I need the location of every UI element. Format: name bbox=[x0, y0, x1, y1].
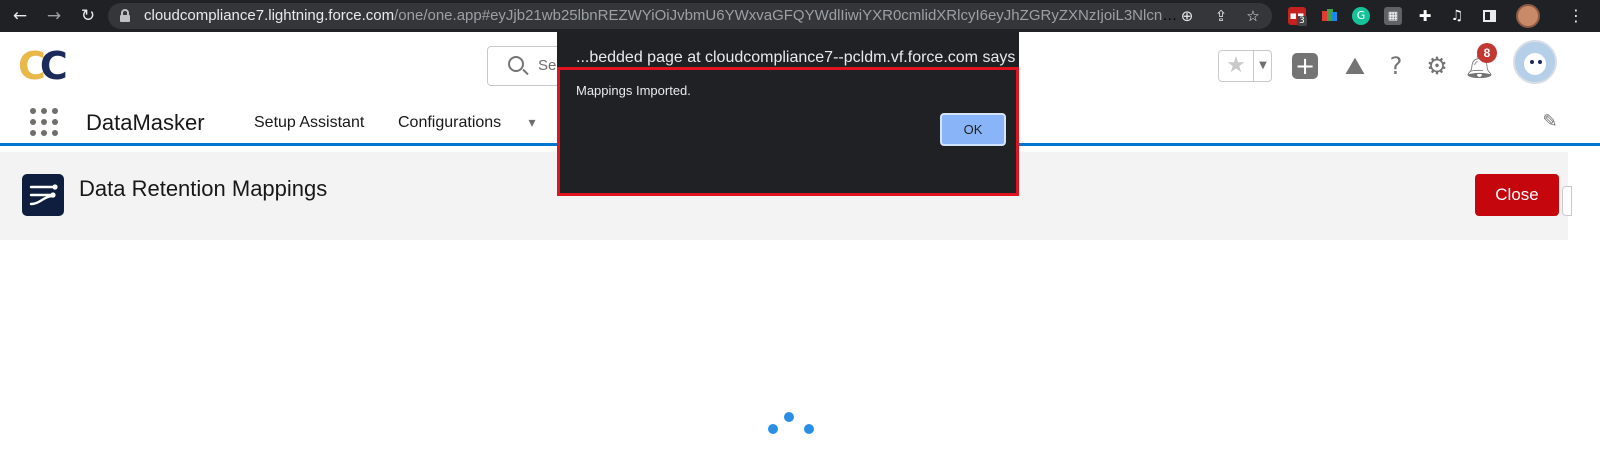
add-icon[interactable]: + bbox=[1292, 53, 1318, 79]
setup-gear-icon[interactable]: ⚙ bbox=[1423, 52, 1451, 80]
extension-grey-icon[interactable]: ▦ bbox=[1384, 7, 1402, 25]
ok-button[interactable]: OK bbox=[940, 113, 1006, 146]
dialog-content: Mappings Imported. OK bbox=[557, 67, 1019, 196]
back-arrow-icon[interactable]: ← bbox=[10, 6, 30, 26]
extension-multicolor-icon[interactable] bbox=[1320, 7, 1338, 25]
favorites-menu-caret-icon[interactable]: ▼ bbox=[1255, 53, 1271, 79]
url-host: cloudcompliance7.lightning.force.com bbox=[144, 7, 395, 24]
page-title: Data Retention Mappings bbox=[79, 176, 328, 201]
share-icon[interactable]: ⇪ bbox=[1212, 7, 1230, 25]
alert-dialog: ...bedded page at cloudcompliance7--pcld… bbox=[557, 32, 1019, 196]
favorite-star-icon[interactable]: ★ bbox=[1221, 53, 1251, 79]
kebab-icon[interactable]: ⋮ bbox=[1566, 6, 1586, 26]
utility-edge-tab[interactable] bbox=[1562, 186, 1572, 216]
reload-icon[interactable]: ↻ bbox=[78, 6, 98, 26]
loading-spinner bbox=[764, 408, 814, 438]
app-name: DataMasker bbox=[86, 110, 205, 135]
bookmark-star-icon[interactable]: ☆ bbox=[1244, 7, 1262, 25]
user-avatar[interactable] bbox=[1513, 40, 1557, 84]
address-bar[interactable]: cloudcompliance7.lightning.force.com/one… bbox=[108, 3, 1272, 29]
nav-item-setup-assistant[interactable]: Setup Assistant bbox=[254, 100, 364, 146]
search-icon bbox=[508, 56, 524, 72]
app-launcher-icon[interactable] bbox=[30, 108, 60, 138]
notification-badge: 8 bbox=[1477, 43, 1497, 63]
forward-arrow-icon[interactable]: → bbox=[44, 6, 64, 26]
favorites-group: ★ ▼ bbox=[1218, 50, 1272, 82]
dialog-message: Mappings Imported. bbox=[576, 83, 691, 98]
app-logo[interactable]: CC bbox=[18, 46, 68, 86]
lock-icon[interactable] bbox=[120, 9, 130, 22]
grammarly-icon[interactable]: G bbox=[1352, 7, 1370, 25]
url-path: /one/one.app#eyJjb21wb25lbnREZWYiOiJvbmU… bbox=[394, 7, 1184, 24]
browser-toolbar: ← → ↻ cloudcompliance7.lightning.force.c… bbox=[0, 0, 1600, 32]
edit-nav-pencil-icon[interactable]: ✎ bbox=[1540, 112, 1560, 132]
url-text[interactable]: cloudcompliance7.lightning.force.com/one… bbox=[144, 3, 1184, 29]
extension-icon[interactable]: ▪▪ 3 bbox=[1288, 7, 1307, 26]
nav-item-configurations[interactable]: Configurations bbox=[398, 100, 501, 146]
help-icon[interactable]: ? bbox=[1382, 52, 1410, 80]
browser-profile-avatar[interactable] bbox=[1516, 4, 1540, 28]
puzzle-icon[interactable]: ✚ bbox=[1416, 7, 1434, 25]
search-placeholder: Se bbox=[538, 57, 557, 74]
dialog-title: ...bedded page at cloudcompliance7--pcld… bbox=[576, 49, 1016, 66]
media-icon[interactable]: ♫ bbox=[1448, 7, 1466, 25]
sidepanel-icon[interactable] bbox=[1480, 7, 1498, 25]
mapping-icon bbox=[22, 174, 64, 216]
zoom-icon[interactable]: ⊕ bbox=[1178, 7, 1196, 25]
close-button[interactable]: Close bbox=[1475, 174, 1559, 216]
chevron-down-icon[interactable]: ▾ bbox=[523, 114, 541, 132]
dialog-highlight-box: Mappings Imported. OK bbox=[557, 67, 1019, 196]
trailhead-icon[interactable]: ⛰ bbox=[1341, 52, 1369, 80]
extension-badge: 3 bbox=[1297, 16, 1307, 26]
